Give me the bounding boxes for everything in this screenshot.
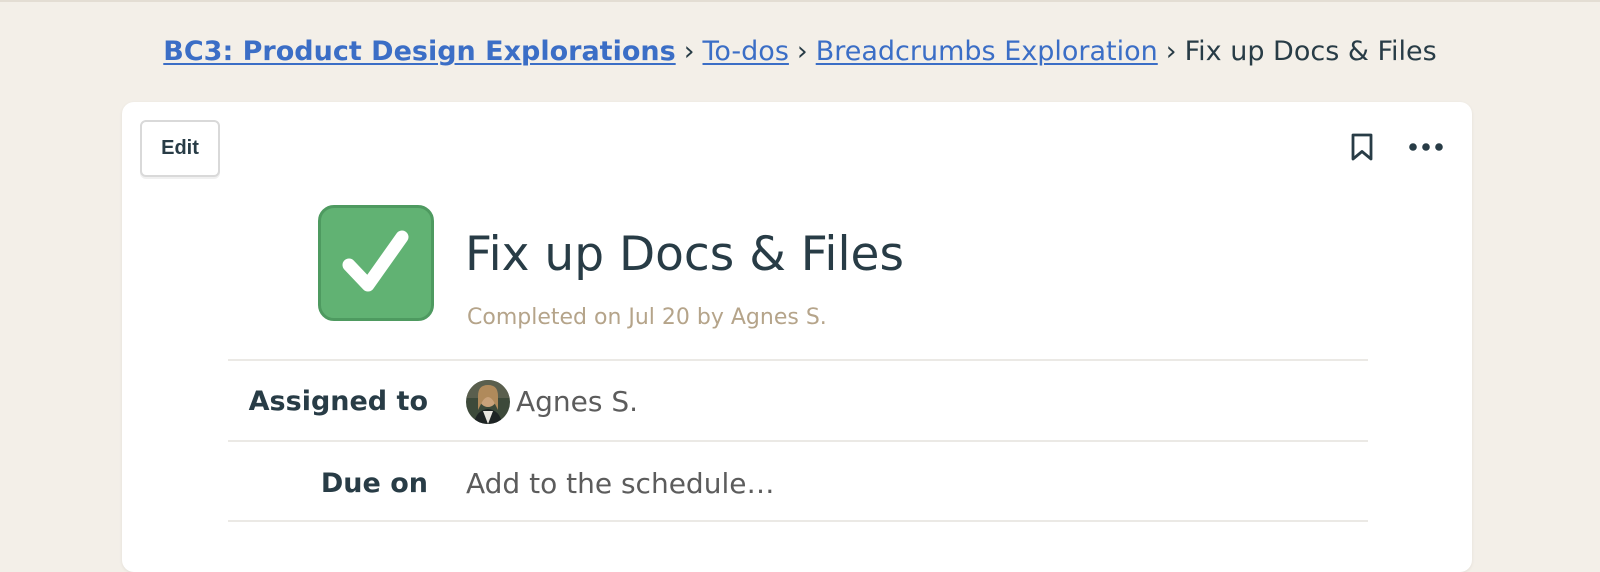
breadcrumb-separator: › <box>796 36 808 67</box>
more-options-button[interactable] <box>1406 131 1446 163</box>
breadcrumb-current: Fix up Docs & Files <box>1184 36 1437 67</box>
breadcrumb-project-link[interactable]: BC3: Product Design Explorations <box>163 36 675 67</box>
edit-button[interactable]: Edit <box>140 120 220 177</box>
assignee-name[interactable]: Agnes S. <box>516 382 638 422</box>
bookmark-button[interactable] <box>1346 131 1378 163</box>
bookmark-icon <box>1351 133 1373 161</box>
breadcrumb-todos-link[interactable]: To-dos <box>703 36 789 67</box>
due-on-label: Due on <box>320 468 428 499</box>
top-border <box>0 0 1600 2</box>
due-date-field[interactable]: Add to the schedule… <box>466 464 774 504</box>
todo-title: Fix up Docs & Files <box>465 227 904 282</box>
breadcrumb: BC3: Product Design Explorations › To-dos ›… <box>0 32 1600 72</box>
checkmark-icon <box>342 230 409 292</box>
avatar-image <box>466 380 510 424</box>
ellipsis-icon <box>1409 143 1443 151</box>
breadcrumb-list-link[interactable]: Breadcrumbs Exploration <box>816 36 1158 67</box>
todo-card: Edit Fix up Docs & Files Completed on Ju… <box>122 102 1472 572</box>
divider <box>228 520 1368 522</box>
completion-status: Completed on Jul 20 by Agnes S. <box>467 305 827 330</box>
breadcrumb-separator: › <box>683 36 695 67</box>
avatar[interactable] <box>466 380 510 424</box>
divider <box>228 359 1368 361</box>
breadcrumb-separator: › <box>1165 36 1177 67</box>
assigned-to-label: Assigned to <box>248 386 428 417</box>
todo-checkbox[interactable] <box>318 205 434 321</box>
divider <box>228 440 1368 442</box>
